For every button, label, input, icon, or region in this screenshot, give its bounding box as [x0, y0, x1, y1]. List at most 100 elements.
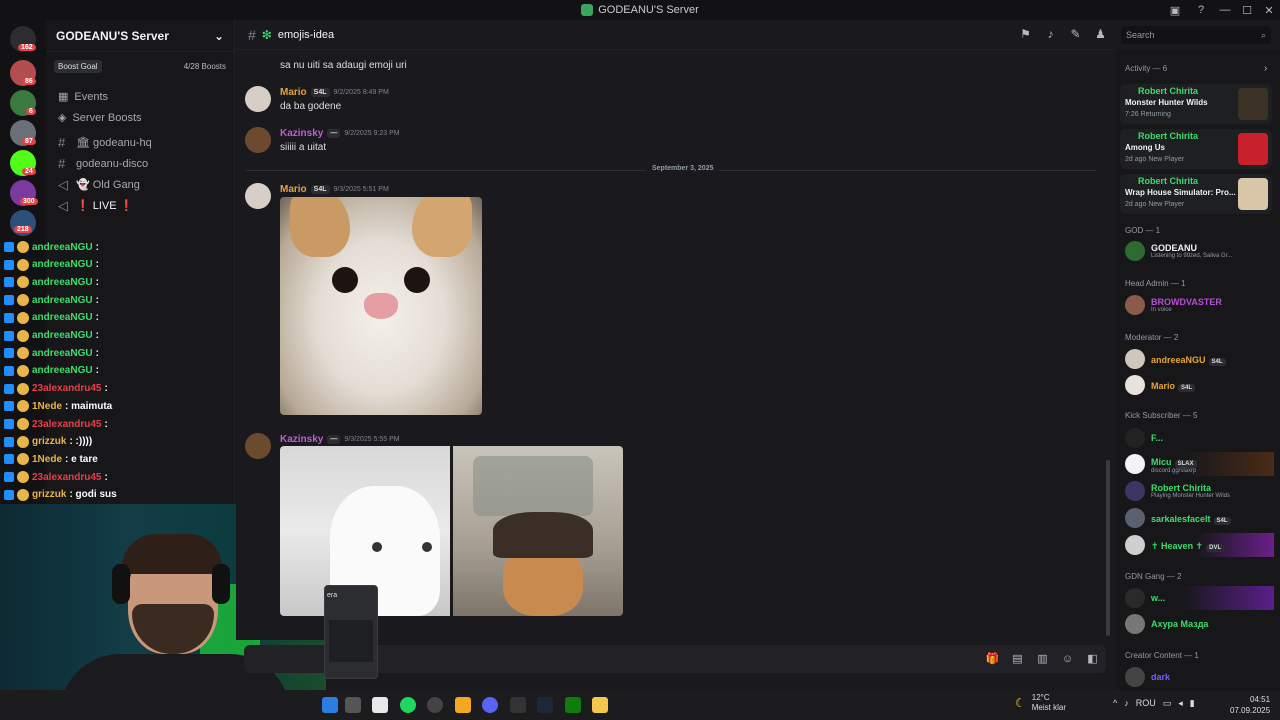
overlay-message: : maimuta [65, 400, 113, 412]
overlay-message: : [95, 276, 99, 288]
clock[interactable]: 04:51 07.09.2025 [1230, 694, 1270, 716]
speaker-icon[interactable]: ◂ [1178, 698, 1183, 709]
members-icon[interactable]: ♟ [1093, 26, 1108, 41]
gift-icon[interactable]: 🎁 [985, 651, 1000, 666]
channel-godeanu-hq[interactable]: # 🏛 godeanu-hq [46, 132, 234, 153]
steam-icon[interactable] [537, 697, 553, 713]
overlay-chat-line: 23alexandru45: [0, 380, 240, 398]
author-name[interactable]: Mario [280, 87, 307, 98]
avatar[interactable] [245, 183, 271, 209]
chevron-up-icon[interactable]: ^ [1113, 698, 1117, 709]
gif-icon[interactable]: ▤ [1010, 651, 1025, 666]
threads-icon[interactable]: ⚑ [1018, 26, 1033, 41]
member-item[interactable]: BROWDVASTER In voice [1120, 293, 1274, 317]
xbox-icon[interactable] [565, 697, 581, 713]
scrollbar[interactable] [1106, 460, 1110, 636]
message-text: sa nu uiti sa adaugi emoji uri [280, 60, 407, 71]
message-list: sa nu uiti sa adaugi emoji uri Mario S4L… [236, 50, 1108, 640]
channel-old-gang[interactable]: ◁ 👻 Old Gang [46, 174, 234, 195]
member-item[interactable]: Micu SLAX discord.gg/slaxrp [1120, 452, 1274, 476]
battery-icon[interactable]: ▮ [1190, 698, 1195, 709]
channel-title: emojis-idea [277, 28, 335, 41]
headset-icon [112, 564, 130, 604]
member-item[interactable]: Robert Chirita Playing Monster Hunter Wil… [1120, 479, 1274, 503]
store-icon[interactable] [372, 697, 388, 713]
avatar[interactable] [245, 433, 271, 459]
network-icon[interactable]: ▭ [1163, 698, 1172, 709]
overlay-message: : [95, 241, 99, 253]
cat-eye [404, 267, 430, 293]
taskbar-preview-popup[interactable]: era [324, 585, 378, 679]
emoji-icon[interactable]: ☺ [1060, 651, 1075, 666]
cat-ear [412, 197, 472, 257]
overlay-username: 1Nede [32, 453, 63, 465]
activity-card[interactable]: Robert Chirita Among Us 2d ago New Playe… [1120, 129, 1272, 169]
pin-icon[interactable]: ✎ [1068, 26, 1083, 41]
member-item[interactable]: ✝ Heaven ✝ DVL [1120, 533, 1274, 557]
close-button[interactable]: ✕ [1258, 0, 1280, 20]
badge: 86 [22, 78, 36, 85]
help-icon[interactable]: ? [1188, 0, 1214, 20]
member-item[interactable]: andreeaNGU S4L [1120, 347, 1274, 371]
app-icon[interactable] [510, 697, 526, 713]
bell-icon[interactable]: ♪ [1043, 26, 1058, 41]
boost-goal[interactable]: Boost Goal 4/28 Boosts [54, 58, 226, 74]
app-icon[interactable] [592, 697, 608, 713]
channel-godeanu-disco[interactable]: # godeanu-disco [46, 153, 234, 174]
member-item[interactable]: F... [1120, 426, 1274, 450]
avatar [1125, 667, 1145, 687]
overlay-message: : [95, 347, 99, 359]
author-name[interactable]: Kazinsky [280, 128, 323, 139]
weather-widget[interactable]: ☾ 12°C Meist klar [1015, 693, 1066, 713]
apps-icon[interactable]: ◧ [1085, 651, 1100, 666]
message-text: siiiii a uitat [280, 142, 327, 153]
obs-icon[interactable] [427, 697, 443, 713]
avatar [1125, 535, 1145, 555]
rockstar-icon[interactable] [455, 697, 471, 713]
channel-live[interactable]: ◁ ❗ LIVE ❗ [46, 195, 234, 216]
language-indicator[interactable]: ROU [1136, 698, 1156, 709]
activity-card[interactable]: Robert Chirita Wrap House Simulator: Pro… [1120, 174, 1272, 214]
badge-icon [4, 295, 14, 306]
sidebar-item-server-boosts[interactable]: ◈ Server Boosts [46, 107, 234, 128]
role-section: Moderator — 2 [1125, 333, 1179, 342]
game-thumbnail [1238, 178, 1268, 210]
discord-icon[interactable] [482, 697, 498, 713]
chevron-right-icon[interactable]: › [1264, 63, 1267, 74]
inbox-icon[interactable]: ▣ [1162, 0, 1188, 20]
search-input[interactable]: Search ⌕ [1121, 26, 1271, 44]
overlay-chat-line: andreeaNGU: [0, 238, 240, 256]
voice-icon: ◁ [58, 176, 68, 192]
sticker-icon[interactable]: ▥ [1035, 651, 1050, 666]
image-attachment-cat[interactable] [280, 197, 482, 415]
author-name[interactable]: Kazinsky [280, 434, 323, 445]
maximize-button[interactable]: ☐ [1236, 0, 1258, 20]
spotify-icon[interactable] [400, 697, 416, 713]
member-item[interactable]: sarkalesfacelt S4L [1120, 506, 1274, 530]
server-header[interactable]: GODEANU'S Server ⌄ [46, 20, 234, 52]
author-name[interactable]: Mario [280, 184, 307, 195]
microphone-icon[interactable]: ♪ [1124, 698, 1129, 709]
avatar[interactable] [245, 127, 271, 153]
timestamp: 9/2/2025 9:23 PM [344, 130, 400, 137]
minimize-button[interactable]: — [1214, 0, 1236, 20]
edge-icon[interactable] [322, 697, 338, 713]
role-section: GDN Gang — 2 [1125, 572, 1182, 581]
avatar [1125, 588, 1145, 608]
overlay-message: : e tare [65, 453, 98, 465]
member-item[interactable]: Ахура Мазда [1120, 612, 1274, 636]
activity-card[interactable]: Robert Chirita Monster Hunter Wilds 7:26… [1120, 84, 1272, 124]
sidebar-item-events[interactable]: ▦ Events [46, 86, 234, 107]
badge-icon [4, 277, 14, 288]
emote-icon [17, 453, 29, 466]
badge-icon [4, 489, 14, 500]
overlay-chat-line: 23alexandru45: [0, 415, 240, 433]
member-item[interactable]: Mario S4L [1120, 373, 1274, 397]
avatar[interactable] [245, 86, 271, 112]
member-item[interactable]: GODEANU Listening to 99zed, Saliva Gr... [1120, 239, 1274, 263]
image-attachment-tank-cat[interactable] [453, 446, 623, 616]
app-icon[interactable] [345, 697, 361, 713]
member-item[interactable]: w... [1120, 586, 1274, 610]
member-item[interactable]: dark [1120, 665, 1274, 689]
role-section: Creator Content — 1 [1125, 651, 1199, 660]
